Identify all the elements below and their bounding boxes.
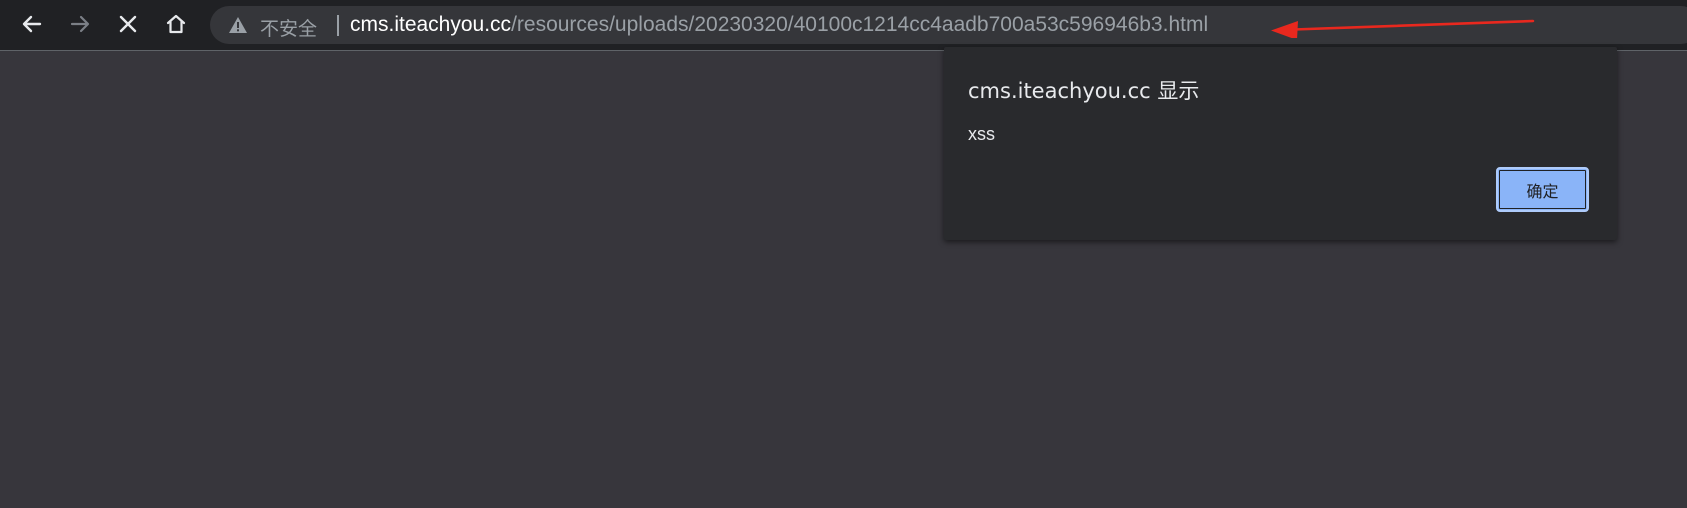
- home-icon: [166, 14, 186, 34]
- stop-button[interactable]: [114, 10, 142, 38]
- warning-icon[interactable]: [228, 16, 248, 34]
- alert-dialog: cms.iteachyou.cc 显示 xss 确定: [944, 47, 1617, 240]
- back-icon: [22, 15, 42, 33]
- stop-icon: [119, 15, 137, 33]
- dialog-message: xss: [968, 124, 995, 144]
- url-text[interactable]: cms.iteachyou.cc/resources/uploads/20230…: [350, 13, 1208, 37]
- url-host: cms.iteachyou.cc: [350, 13, 512, 36]
- forward-icon: [70, 15, 90, 33]
- forward-button[interactable]: [66, 10, 94, 38]
- url-path: /resources/uploads/20230320/40100c1214cc…: [511, 13, 1209, 36]
- security-status-label[interactable]: 不安全: [260, 14, 317, 41]
- browser-toolbar: 不安全 cms.iteachyou.cc/resources/uploads/2…: [0, 0, 1687, 51]
- dialog-title: cms.iteachyou.cc 显示: [968, 79, 1200, 103]
- back-button[interactable]: [18, 10, 46, 38]
- ok-button[interactable]: 确定: [1496, 167, 1589, 212]
- red-arrow-annotation: [1271, 19, 1535, 38]
- home-button[interactable]: [162, 10, 190, 38]
- omnibox-divider: [337, 15, 339, 36]
